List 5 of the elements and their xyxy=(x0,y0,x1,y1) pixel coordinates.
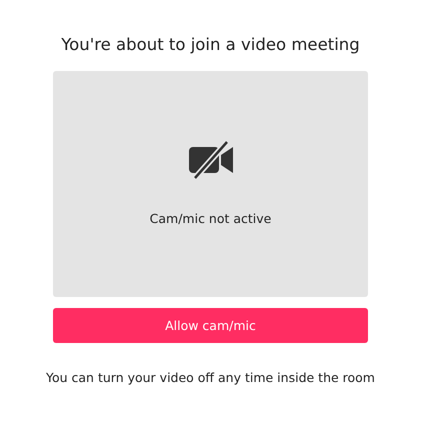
status-text: Cam/mic not active xyxy=(150,211,272,226)
allow-button[interactable]: Allow cam/mic xyxy=(53,308,368,343)
info-text: You can turn your video off any time inside the room xyxy=(46,370,375,385)
page-title: You're about to join a video meeting xyxy=(61,35,360,54)
camera-off-icon xyxy=(186,139,234,179)
